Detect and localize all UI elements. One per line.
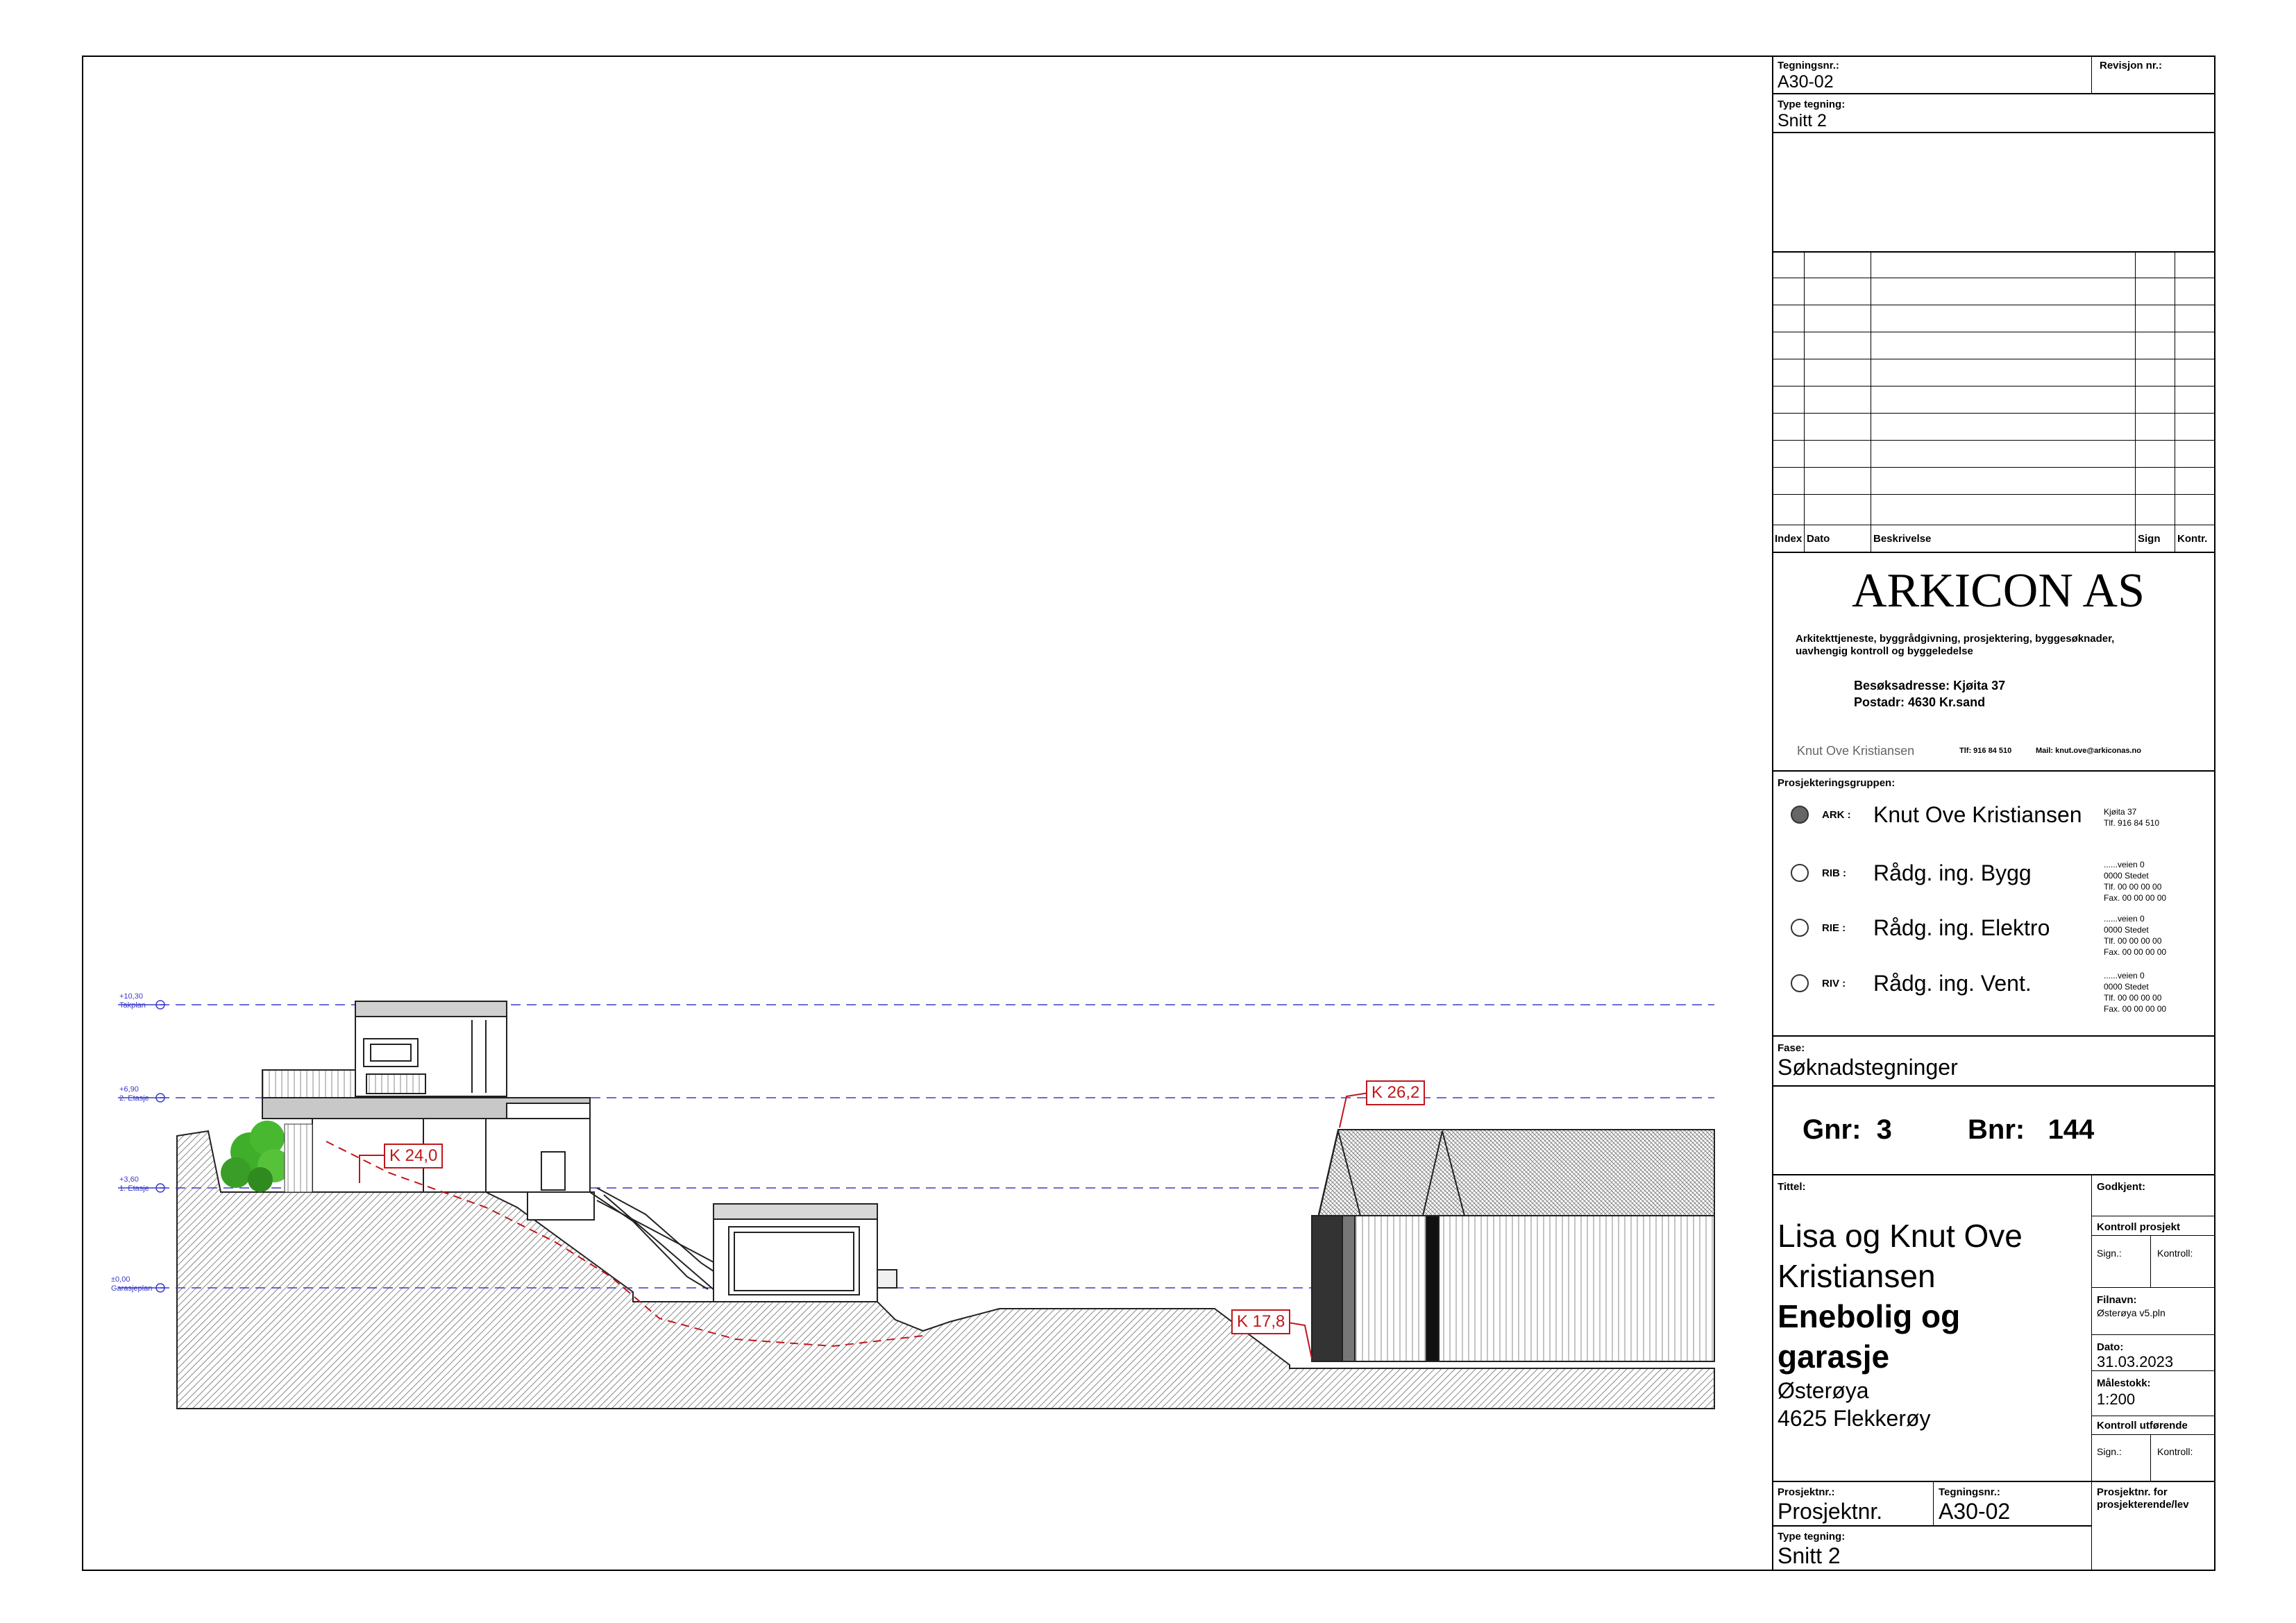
revisjon-label: Revisjon nr.:	[2100, 60, 2163, 71]
prosjektnr-value: Prosjektnr.	[1778, 1499, 1883, 1524]
level-label-2-etasje: +6,90 2. Etasje	[119, 1085, 149, 1103]
type-tegning-value: Snitt 2	[1778, 111, 1827, 130]
gnr: Gnr: 3	[1803, 1114, 1892, 1145]
title-block: Tegningsnr.: A30-02 Revisjon nr.: Type t…	[1772, 56, 2215, 1571]
project-title: Lisa og Knut Ove Kristiansen Enebolig og…	[1778, 1218, 2023, 1431]
tree-icon	[221, 1121, 313, 1193]
bnr: Bnr: 144	[1968, 1114, 2095, 1145]
rev-header-sign: Sign	[2138, 533, 2161, 545]
group-addr-rib: ......veien 0 0000 Stedet Tlf. 00 00 00 00…	[2104, 860, 2167, 903]
rev-header-index: Index	[1775, 533, 1803, 545]
filnavn-value: Østerøya v5.pln	[2097, 1307, 2166, 1318]
group-code-ark: ARK :	[1822, 809, 1851, 821]
dato-label: Dato:	[2097, 1341, 2124, 1353]
group-name-rib: Rådg. ing. Bygg	[1873, 860, 2032, 885]
group-addr-rie: ......veien 0 0000 Stedet Tlf. 00 00 00 00…	[2104, 914, 2167, 957]
ku-sign-label: Sign.:	[2097, 1446, 2122, 1457]
tegningsnr2-value: A30-02	[1939, 1499, 2011, 1524]
kp-sign-label: Sign.:	[2097, 1248, 2122, 1259]
tittel-label: Tittel:	[1778, 1181, 1806, 1193]
prosjektnr-label: Prosjektnr.:	[1778, 1486, 1835, 1498]
level-label-garasjeplan: ±0,00 Garasjeplan	[111, 1275, 153, 1293]
type2-value: Snitt 2	[1778, 1543, 1841, 1568]
malestokk-label: Målestokk:	[2097, 1377, 2151, 1389]
kontroll-utforende-label: Kontroll utførende	[2097, 1420, 2188, 1431]
group-code-rie: RIE :	[1822, 922, 1846, 934]
level-label-takplan: +10,30 Takplan	[119, 992, 146, 1010]
company-contact-name: Knut Ove Kristiansen	[1797, 744, 1915, 758]
group-addr-ark: Kjøita 37 Tlf. 916 84 510	[2104, 807, 2160, 828]
riv-circle-icon	[1791, 974, 1809, 992]
tegningsnr-label: Tegningsnr.:	[1778, 60, 1839, 71]
fase-value: Søknadstegninger	[1778, 1055, 1958, 1080]
rev-header-beskrivelse: Beskrivelse	[1873, 533, 1932, 545]
garage-section	[713, 1203, 897, 1302]
company-name: ARKICON AS	[1852, 564, 2145, 618]
ku-kontroll-label: Kontroll:	[2157, 1446, 2193, 1457]
prosjektnr-for-label: Prosjektnr. for prosjekterende/lev	[2097, 1486, 2189, 1511]
group-code-riv: RIV :	[1822, 978, 1846, 989]
group-name-riv: Rådg. ing. Vent.	[1873, 971, 2032, 996]
callout-k24: K 24,0	[384, 1144, 444, 1169]
dato-value: 31.03.2023	[2097, 1353, 2174, 1370]
malestokk-value: 1:200	[2097, 1391, 2136, 1408]
group-addr-riv: ......veien 0 0000 Stedet Tlf. 00 00 00 00…	[2104, 971, 2167, 1014]
level-markers	[118, 1000, 165, 1293]
tegningsnr2-label: Tegningsnr.:	[1939, 1486, 2000, 1498]
company-services: Arkitekttjeneste, byggrådgivning, prosje…	[1796, 633, 2115, 657]
level-label-1-etasje: +3,60 1. Etasje	[119, 1175, 149, 1193]
company-phone: Tlf: 916 84 510	[1959, 747, 2012, 755]
company-address: Besøksadresse: Kjøita 37 Postadr: 4630 Kr…	[1854, 679, 2006, 709]
tegningsnr-value: A30-02	[1778, 72, 1834, 92]
type-tegning-label: Type tegning:	[1778, 99, 1846, 110]
godkjent-label: Godkjent:	[2097, 1181, 2145, 1193]
filnavn-label: Filnavn:	[2097, 1294, 2137, 1306]
group-name-rie: Rådg. ing. Elektro	[1873, 915, 2050, 940]
rib-circle-icon	[1791, 864, 1809, 882]
neighbour-building	[1311, 1129, 1715, 1362]
rev-header-kontr: Kontr.	[2177, 533, 2208, 545]
group-label: Prosjekteringsgruppen:	[1778, 777, 1896, 789]
company-mail: Mail: knut.ove@arkiconas.no	[2036, 747, 2141, 755]
section-drawing	[118, 1000, 1715, 1409]
callout-k26: K 26,2	[1366, 1080, 1426, 1105]
kp-kontroll-label: Kontroll:	[2157, 1248, 2193, 1259]
fase-label: Fase:	[1778, 1042, 1805, 1054]
rie-circle-icon	[1791, 919, 1809, 937]
group-code-rib: RIB :	[1822, 867, 1846, 879]
callout-k17: K 17,8	[1231, 1309, 1291, 1334]
group-name-ark: Knut Ove Kristiansen	[1873, 802, 2082, 827]
type2-label: Type tegning:	[1778, 1531, 1846, 1543]
rev-header-dato: Dato	[1807, 533, 1830, 545]
kontroll-prosjekt-label: Kontroll prosjekt	[2097, 1221, 2181, 1233]
ark-filled-circle-icon	[1791, 806, 1809, 824]
